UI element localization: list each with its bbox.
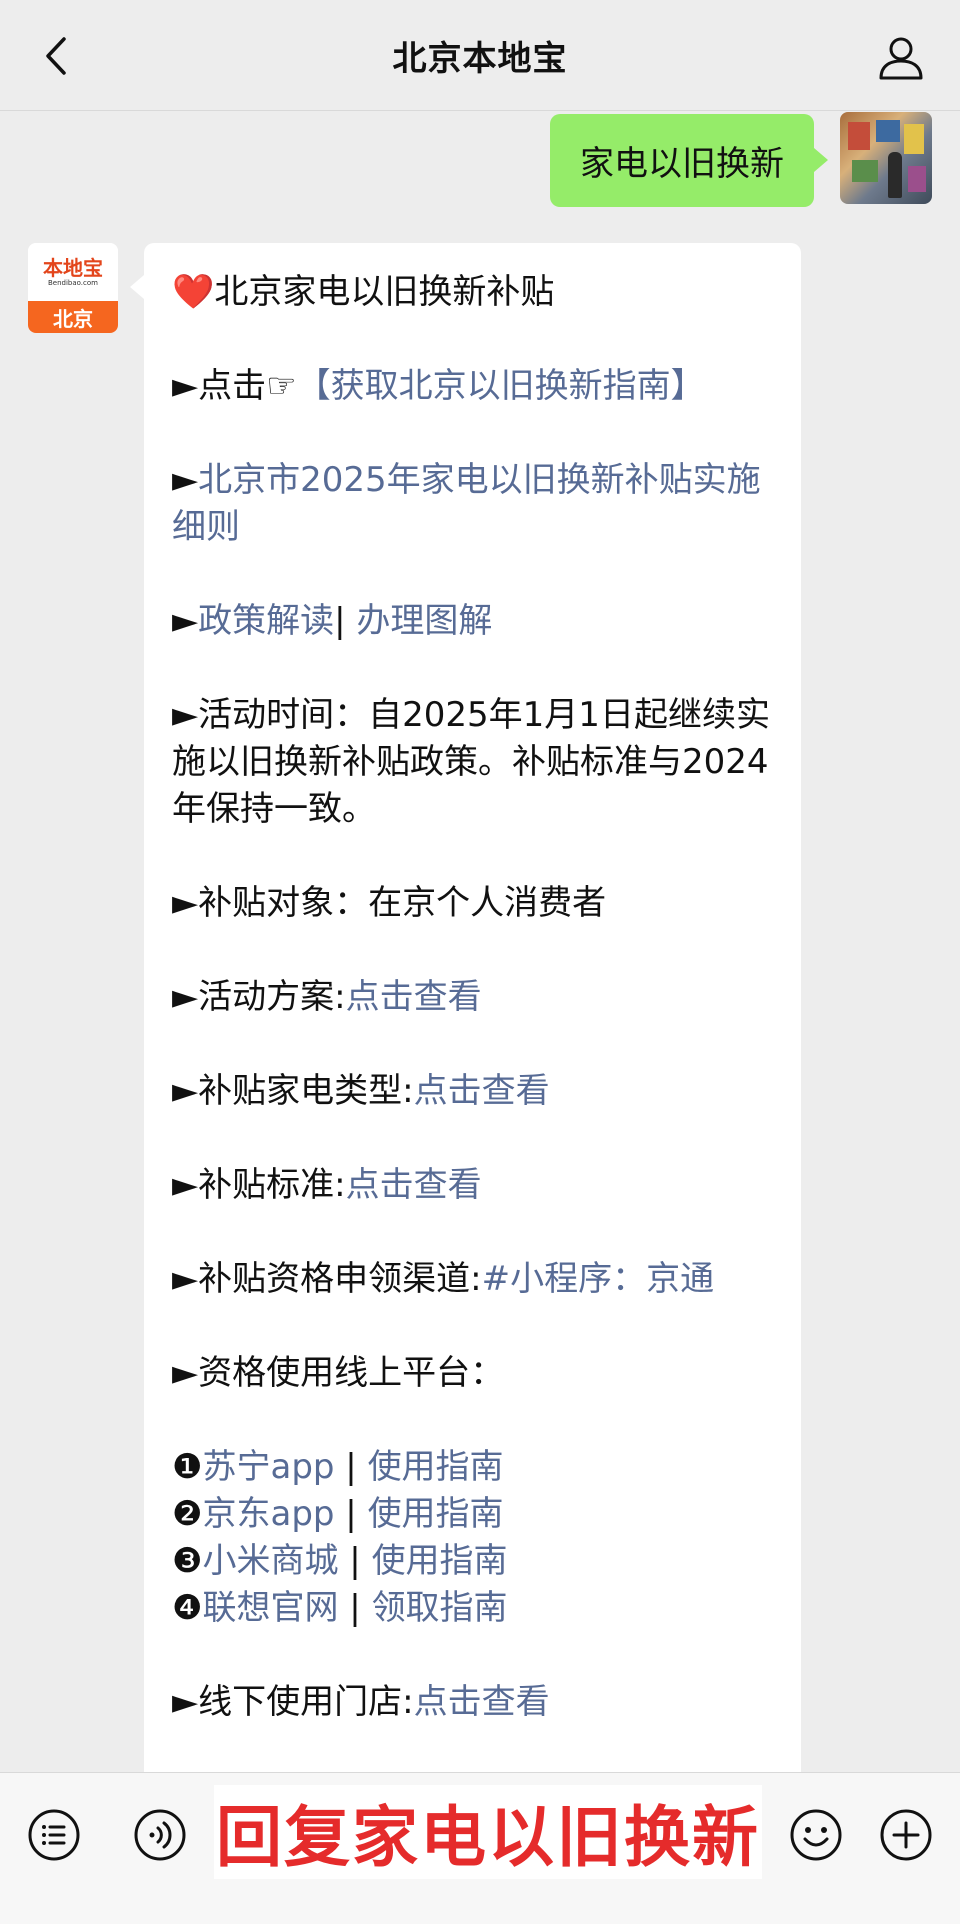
logo-city: 北京 [28,301,118,333]
platform-item: ❷京东app | 使用指南 [172,1494,504,1534]
bendibao-logo: 本地宝 Bendibao.com [28,243,118,301]
subsidy-target-text: ►补贴对象：在京个人消费者 [172,883,607,923]
user-avatar[interactable] [840,112,932,204]
activity-plan-link[interactable]: 点击查看 [346,977,482,1017]
bendibao-avatar[interactable]: 本地宝 Bendibao.com 北京 [28,243,118,333]
process-diagram-link[interactable]: 办理图解 [356,601,492,641]
xiaomi-mall-link[interactable]: 小米商城 [202,1541,338,1581]
emoji-icon[interactable] [788,1807,844,1863]
lenovo-guide-link[interactable]: 领取指南 [372,1588,508,1628]
message-title: ❤️北京家电以旧换新补贴 [172,272,555,312]
guide-link[interactable]: 【获取北京以旧换新指南】 [297,366,705,406]
platform-item: ❹联想官网 | 领取指南 [172,1588,508,1628]
chevron-left-icon[interactable] [36,36,76,76]
heart-icon: ❤️ [172,272,215,312]
xiaomi-guide-link[interactable]: 使用指南 [372,1541,508,1581]
application-channel-line: ►补贴资格申领渠道:#小程序：京通 [172,1259,715,1299]
logo-url: Bendibao.com [47,278,98,287]
policy-interpretation-link[interactable]: 政策解读 [198,601,334,641]
policy-line: ►政策解读| 办理图解 [172,601,493,641]
top-bar: 北京本地宝 [0,0,960,111]
plus-icon[interactable] [878,1807,934,1863]
activity-time-text: ►活动时间：自2025年1月1日起继续实施以旧换新补贴政策。补贴标准与2024年… [172,695,770,829]
page-title: 北京本地宝 [392,38,568,79]
outgoing-message-row: 家电以旧换新 [550,112,932,207]
subsidy-standard-link[interactable]: 点击查看 [346,1165,482,1205]
suning-app-link[interactable]: 苏宁app [202,1447,334,1487]
incoming-message-row: 本地宝 Bendibao.com 北京 ❤️北京家电以旧换新补贴 ►点击☞【获取… [28,243,801,1798]
offline-stores-line: ►线下使用门店:点击查看 [172,1682,550,1722]
jd-app-link[interactable]: 京东app [202,1494,334,1534]
subsidy-standard-line: ►补贴标准:点击查看 [172,1165,482,1205]
offline-stores-link[interactable]: 点击查看 [414,1682,550,1722]
suning-guide-link[interactable]: 使用指南 [368,1447,504,1487]
jd-guide-link[interactable]: 使用指南 [368,1494,504,1534]
menu-list-icon[interactable] [26,1807,82,1863]
logo-name: 本地宝 [43,255,103,280]
user-icon[interactable] [878,34,924,80]
platform-item: ❸小米商城 | 使用指南 [172,1541,508,1581]
online-platforms-heading: ►资格使用线上平台： [172,1353,505,1393]
guide-line: ►点击☞【获取北京以旧换新指南】 [172,366,705,406]
mini-program-link[interactable]: #小程序：京通 [482,1259,715,1299]
reply-hint-text: 回复家电以旧换新 [214,1785,762,1879]
activity-plan-line: ►活动方案:点击查看 [172,977,482,1017]
bottom-input-bar: 回复家电以旧换新 [0,1772,960,1924]
appliance-type-link[interactable]: 点击查看 [414,1071,550,1111]
lenovo-site-link[interactable]: 联想官网 [202,1588,338,1628]
voice-icon[interactable] [132,1807,188,1863]
rules-link[interactable]: 北京市2025年家电以旧换新补贴实施细则 [172,460,761,547]
incoming-message-bubble: ❤️北京家电以旧换新补贴 ►点击☞【获取北京以旧换新指南】 ►北京市2025年家… [130,243,801,1798]
rules-line: ►北京市2025年家电以旧换新补贴实施细则 [172,460,761,547]
outgoing-message-bubble[interactable]: 家电以旧换新 [550,114,828,207]
platform-item: ❶苏宁app | 使用指南 [172,1447,504,1487]
appliance-type-line: ►补贴家电类型:点击查看 [172,1071,550,1111]
